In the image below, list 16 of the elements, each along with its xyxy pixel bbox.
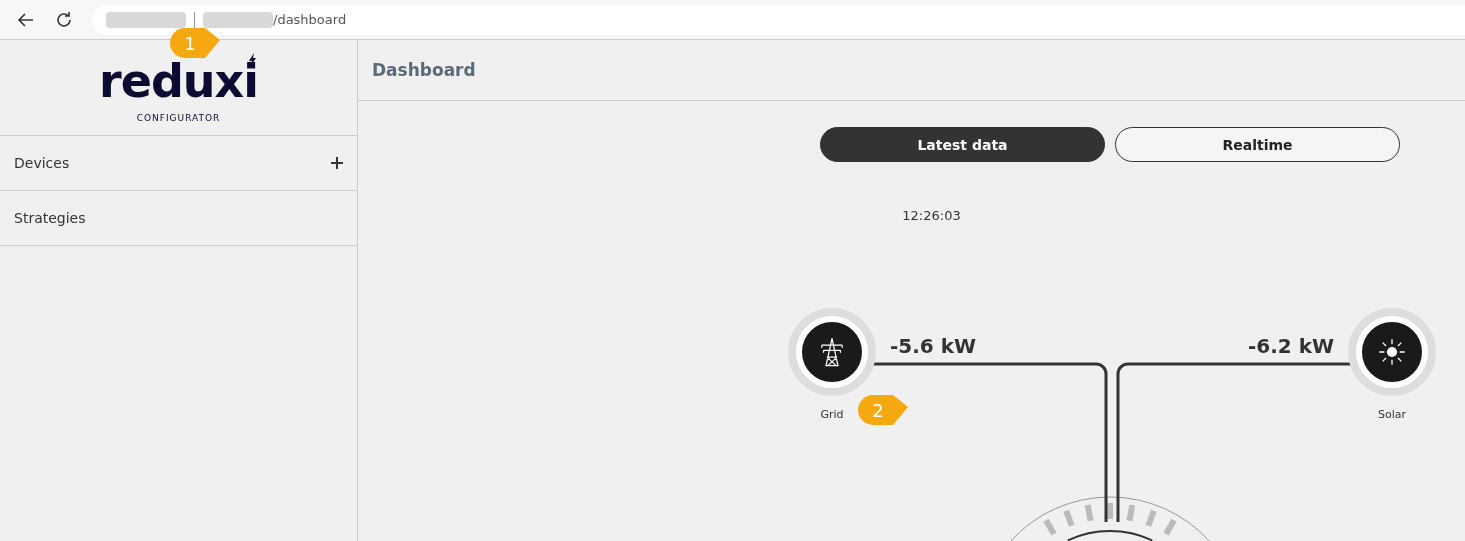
plus-icon[interactable] [331,157,343,169]
power-value: -6.2 kW [1247,334,1334,358]
reload-icon[interactable] [54,9,74,30]
callout-marker: 2 [858,395,908,425]
logo-subtitle: CONFIGURATOR [136,112,221,123]
callout-marker: 1 [170,28,220,58]
timestamp: 12:26:03 [901,208,962,223]
sidebar-item[interactable]: Devices [0,136,357,191]
page-title: Dashboard [372,60,476,80]
node-label: Solar [1377,408,1406,421]
power-value: -5.6 kW [890,334,977,358]
address-field[interactable]: /dashboard [92,4,1465,35]
view-tab[interactable]: Realtime [1115,127,1400,162]
view-tab[interactable]: Latest data [820,127,1105,162]
node-label: Grid [820,408,844,421]
sidebar-item[interactable]: Strategies [0,191,357,246]
